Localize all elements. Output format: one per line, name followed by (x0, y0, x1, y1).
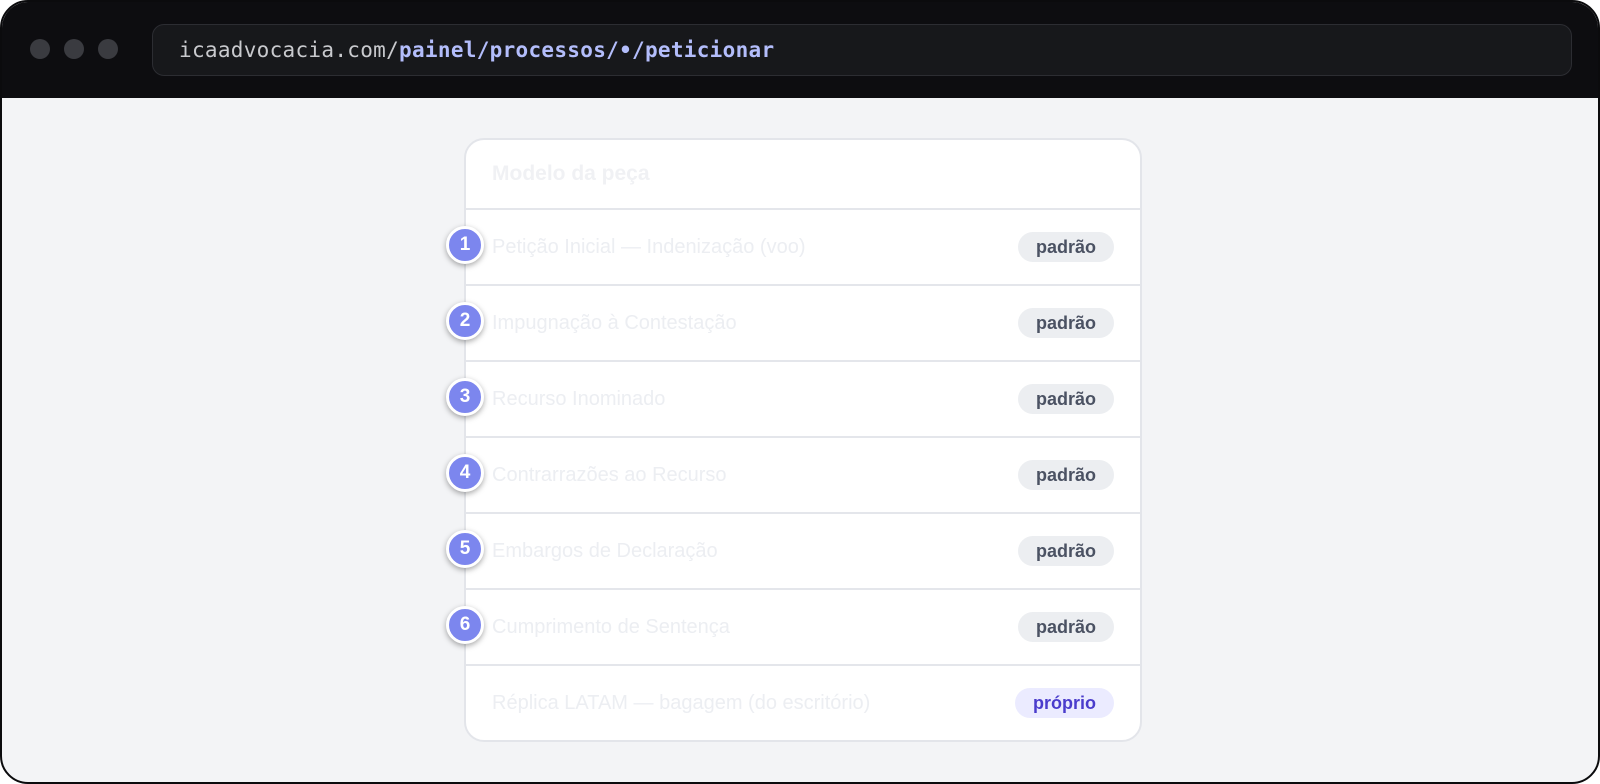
template-option-label: Embargos de Declaração (492, 539, 718, 562)
template-badge: padrão (1017, 460, 1114, 490)
template-option-label: Réplica LATAM — bagagem (do escritório) (492, 691, 871, 714)
template-badge: padrão (1017, 536, 1114, 566)
template-badge: padrão (1017, 308, 1114, 338)
card-title: Modelo da peça (466, 140, 1140, 210)
template-option[interactable]: Cumprimento de Sentença padrão (466, 590, 1140, 666)
step-marker: 3 (446, 378, 484, 416)
step-marker: 5 (446, 530, 484, 568)
template-option[interactable]: Recurso Inominado padrão (466, 362, 1140, 438)
close-window-dot-icon[interactable] (30, 39, 50, 59)
step-marker: 2 (446, 302, 484, 340)
template-option[interactable]: Petição Inicial — Indenização (voo) padr… (466, 210, 1140, 286)
template-badge: padrão (1017, 232, 1114, 262)
template-badge: padrão (1017, 612, 1114, 642)
step-marker: 4 (446, 454, 484, 492)
template-option-label: Petição Inicial — Indenização (voo) (492, 235, 806, 258)
template-option-label: Contrarrazões ao Recurso (492, 463, 727, 486)
minimize-window-dot-icon[interactable] (64, 39, 84, 59)
template-option-label: Recurso Inominado (492, 387, 666, 410)
template-option-label: Cumprimento de Sentença (492, 615, 730, 638)
template-selector-card: Modelo da peça Petição Inicial — Indeniz… (464, 138, 1142, 742)
step-marker: 1 (446, 226, 484, 264)
template-option-custom[interactable]: Réplica LATAM — bagagem (do escritório) … (466, 666, 1140, 740)
step-marker: 6 (446, 606, 484, 644)
template-option-label: Impugnação à Contestação (492, 311, 737, 334)
url-host: icaadvocacia.com/ (179, 38, 400, 62)
browser-window: icaadvocacia.com/painel/processos/•/peti… (0, 0, 1600, 784)
template-option[interactable]: Embargos de Declaração padrão (466, 514, 1140, 590)
browser-titlebar: icaadvocacia.com/painel/processos/•/peti… (2, 2, 1598, 98)
url-path: painel/processos/•/peticionar (399, 38, 775, 62)
template-option[interactable]: Impugnação à Contestação padrão (466, 286, 1140, 362)
maximize-window-dot-icon[interactable] (98, 39, 118, 59)
template-badge: padrão (1017, 384, 1114, 414)
custom-template-badge: próprio (1015, 688, 1114, 718)
address-bar[interactable]: icaadvocacia.com/painel/processos/•/peti… (152, 24, 1572, 76)
template-option[interactable]: Contrarrazões ao Recurso padrão (466, 438, 1140, 514)
